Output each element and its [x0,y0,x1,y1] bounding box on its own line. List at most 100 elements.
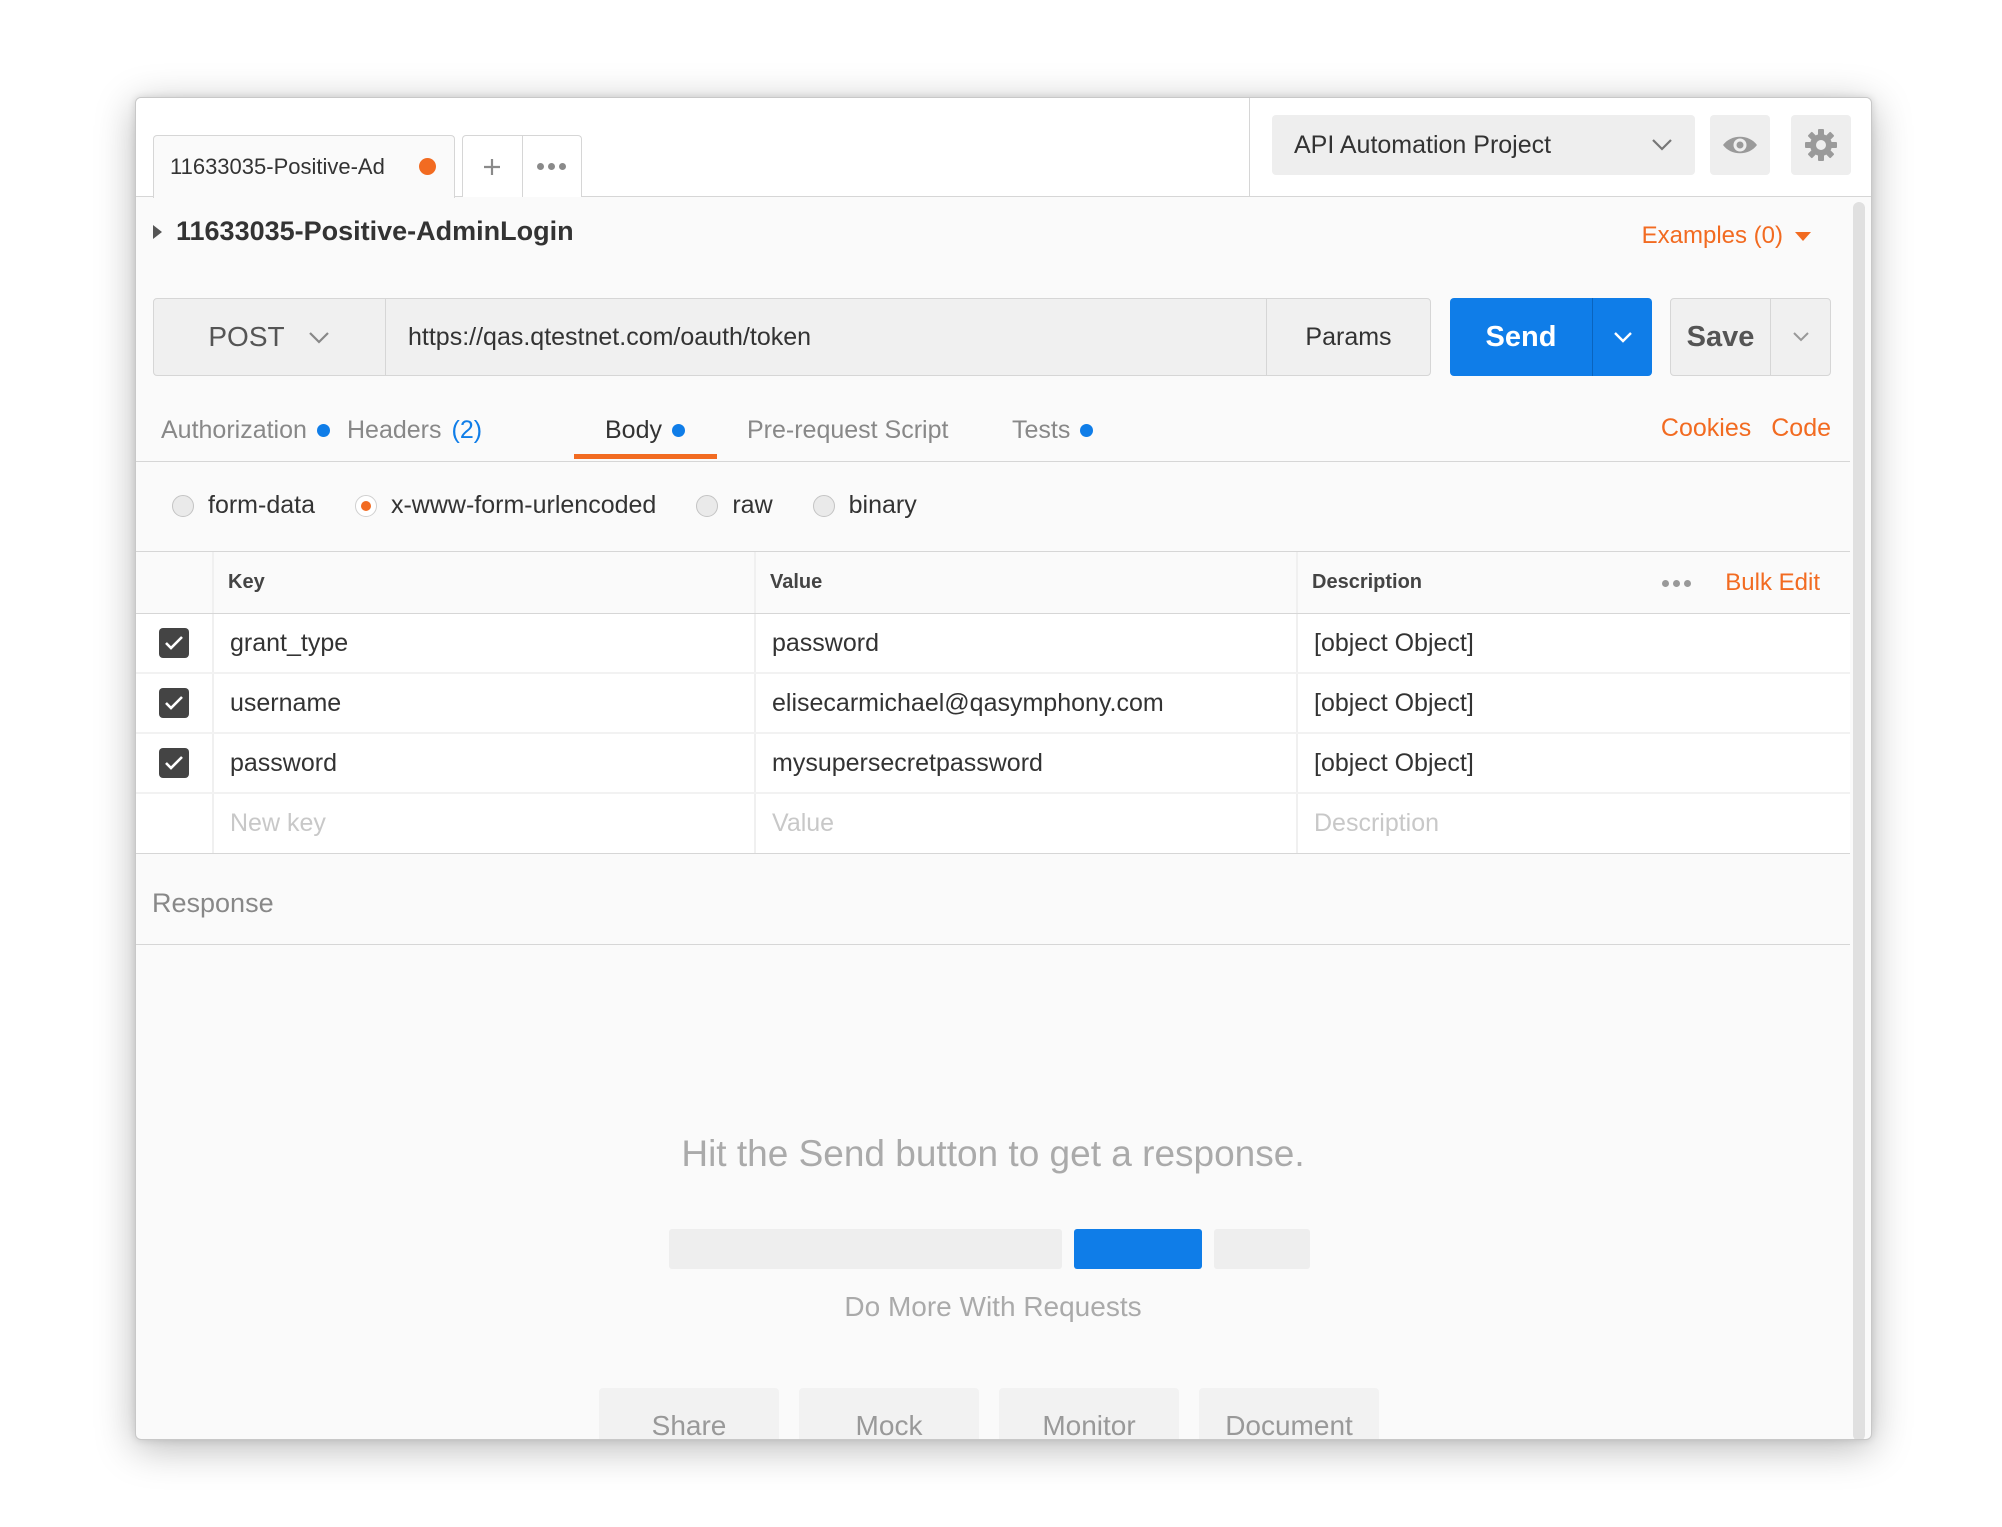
row-description-input[interactable]: [object Object] [1298,674,1850,732]
table-row: username elisecarmichael@qasymphony.com … [136,674,1850,734]
chevron-down-icon [308,332,329,344]
eye-icon [1723,136,1757,154]
method-select[interactable]: POST [154,299,386,375]
send-options-button[interactable] [1592,298,1652,376]
tab-more-button[interactable] [521,136,582,197]
table-row: password mysupersecretpassword [object O… [136,734,1850,794]
checkmark-icon [165,696,183,710]
checkmark-icon [165,636,183,650]
new-description-input[interactable]: Description [1298,794,1850,853]
unsaved-indicator-icon [419,158,436,175]
environment-quick-look-button[interactable] [1710,115,1770,175]
tab-body[interactable]: Body [605,410,685,450]
do-more-actions: Share Mock Monitor Document [599,1388,1379,1439]
illustration-placeholder [669,1229,1310,1269]
tab-prerequest-label: Pre-request Script [747,415,949,444]
active-tab-underline [574,454,717,459]
column-header-description: Description Bulk Edit [1298,552,1850,613]
row-checkbox[interactable] [159,628,189,658]
tab-headers[interactable]: Headers (2) [347,410,482,450]
send-button[interactable]: Send [1450,298,1652,376]
row-value-input[interactable]: password [756,614,1298,672]
vertical-scrollbar[interactable] [1853,202,1865,1439]
tab-tests[interactable]: Tests [1012,410,1094,450]
row-description-input[interactable]: [object Object] [1298,734,1850,792]
row-description-input[interactable]: [object Object] [1298,614,1850,672]
new-value-input[interactable]: Value [756,794,1298,853]
more-horizontal-icon[interactable] [1662,579,1692,587]
column-header-value: Value [756,552,1298,613]
request-name: 11633035-Positive-AdminLogin [176,216,574,246]
monitor-action-button[interactable]: Monitor [999,1388,1179,1439]
row-value-input[interactable]: mysupersecretpassword [756,734,1298,792]
row-key-input[interactable]: username [214,674,756,732]
tab-authorization[interactable]: Authorization [161,410,330,450]
tab-prerequest-script[interactable]: Pre-request Script [747,410,948,450]
headers-count: (2) [451,415,483,444]
radio-circle [812,494,835,517]
row-checkbox[interactable] [159,748,189,778]
tab-authorization-label: Authorization [161,415,307,444]
save-button-label: Save [1686,320,1755,353]
request-name-row[interactable]: 11633035-Positive-AdminLogin [153,216,574,247]
radio-x-www-form-urlencoded[interactable]: x-www-form-urlencoded [354,491,656,520]
plus-icon [484,158,501,175]
chevron-down-icon [1652,139,1672,151]
divider [1249,98,1250,197]
radio-form-data-label: form-data [208,491,315,519]
top-bar: 11633035-Positive-Ad API Automation Proj… [136,98,1871,198]
row-key-input[interactable]: grant_type [214,614,756,672]
send-button-label: Send [1485,320,1557,353]
radio-binary-label: binary [848,491,917,519]
gear-icon [1805,129,1837,161]
placeholder-send-bar [1074,1229,1202,1269]
mock-action-button[interactable]: Mock [799,1388,979,1439]
table-row: grant_type password [object Object] [136,614,1850,674]
tab-body-label: Body [605,415,662,444]
radio-raw[interactable]: raw [696,491,773,520]
request-links: Cookies Code [1661,414,1831,443]
caret-down-icon [1795,231,1811,241]
row-check-cell [136,674,214,732]
row-key-input[interactable]: password [214,734,756,792]
checkmark-icon [165,756,183,770]
table-header: Key Value Description Bulk Edit [136,552,1850,614]
chevron-down-icon [1792,332,1809,342]
url-bar: POST https://qas.qtestnet.com/oauth/toke… [153,298,1431,376]
row-value-input[interactable]: elisecarmichael@qasymphony.com [756,674,1298,732]
save-options-button[interactable] [1770,299,1830,375]
code-link[interactable]: Code [1771,414,1831,443]
tab-tools [462,135,582,197]
request-subtabs: Authorization Headers (2) Body Pre-reque… [136,400,1850,462]
radio-raw-label: raw [732,491,773,519]
request-tab[interactable]: 11633035-Positive-Ad [153,135,455,198]
more-horizontal-icon [537,163,567,170]
new-tab-button[interactable] [463,136,522,197]
tab-tests-label: Tests [1012,415,1071,444]
body-params-table: Key Value Description Bulk Edit grant_ty… [136,551,1850,854]
params-button[interactable]: Params [1266,299,1430,375]
radio-circle [696,494,719,517]
cookies-link[interactable]: Cookies [1661,414,1751,443]
table-new-row: New key Value Description [136,794,1850,854]
radio-circle-selected [354,494,377,517]
settings-button[interactable] [1791,115,1851,175]
new-key-input[interactable]: New key [214,794,756,853]
table-tools: Bulk Edit [1662,552,1820,614]
bulk-edit-link[interactable]: Bulk Edit [1725,569,1820,597]
placeholder-save-bar [1214,1229,1310,1269]
share-action-button[interactable]: Share [599,1388,779,1439]
document-action-button[interactable]: Document [1199,1388,1379,1439]
save-button[interactable]: Save [1670,298,1831,376]
chevron-down-icon [1613,332,1632,343]
environment-select[interactable]: API Automation Project [1272,115,1695,175]
url-input[interactable]: https://qas.qtestnet.com/oauth/token [386,299,1266,375]
radio-binary[interactable]: binary [812,491,917,520]
examples-dropdown[interactable]: Examples (0) [1642,222,1811,250]
environment-select-value: API Automation Project [1294,130,1552,159]
row-checkbox[interactable] [159,688,189,718]
status-dot-icon [316,423,330,437]
row-check-cell [136,614,214,672]
status-dot-icon [671,423,685,437]
radio-form-data[interactable]: form-data [172,491,315,520]
